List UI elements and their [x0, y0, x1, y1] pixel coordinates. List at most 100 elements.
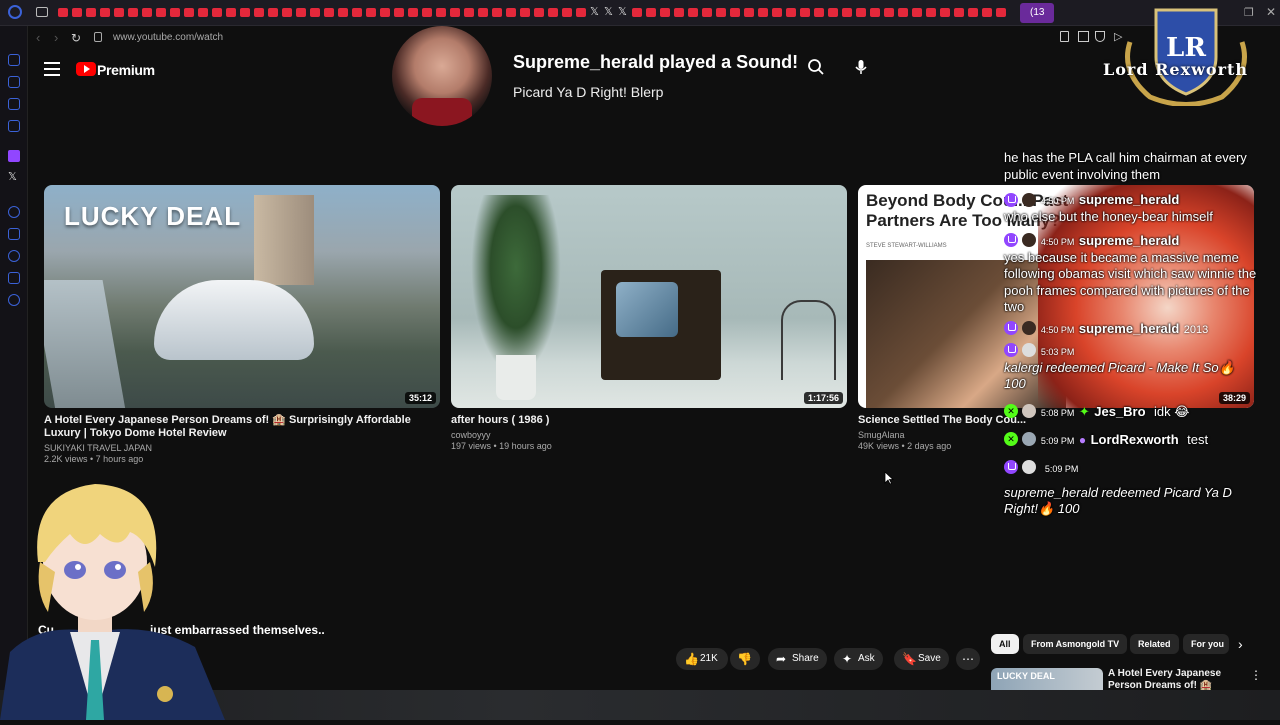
- tab-youtube-icon[interactable]: [506, 8, 516, 17]
- video-title[interactable]: after hours ( 1986 ): [451, 414, 847, 427]
- chip-from-channel[interactable]: From Asmongold TV: [1023, 634, 1128, 654]
- dislike-button[interactable]: 👎: [730, 648, 760, 670]
- sidebar-clock-icon[interactable]: [8, 250, 20, 262]
- tab-youtube-icon[interactable]: [730, 8, 740, 17]
- tab-youtube-icon[interactable]: [422, 8, 432, 17]
- like-button[interactable]: 👍 21K: [676, 648, 728, 670]
- tab-youtube-icon[interactable]: [254, 8, 264, 17]
- tab-youtube-icon[interactable]: [674, 8, 684, 17]
- tab-youtube-icon[interactable]: [338, 8, 348, 17]
- sidebar-mail-icon[interactable]: [8, 98, 20, 110]
- tab-x-icon[interactable]: 𝕏: [590, 5, 599, 18]
- tab-youtube-icon[interactable]: [786, 8, 796, 17]
- guide-menu-icon[interactable]: [44, 62, 60, 76]
- tab-youtube-icon[interactable]: [702, 8, 712, 17]
- tab-youtube-icon[interactable]: [940, 8, 950, 17]
- related-video-thumbnail[interactable]: LUCKY DEAL: [991, 668, 1103, 692]
- tab-x-icon[interactable]: 𝕏: [604, 5, 613, 18]
- tab-youtube-icon[interactable]: [114, 8, 124, 17]
- tab-youtube-icon[interactable]: [548, 8, 558, 17]
- tab-youtube-icon[interactable]: [884, 8, 894, 17]
- save-button[interactable]: 🔖 Save: [894, 648, 949, 670]
- tab-youtube-icon[interactable]: [912, 8, 922, 17]
- youtube-logo-icon[interactable]: [76, 62, 96, 76]
- tab-youtube-icon[interactable]: [534, 8, 544, 17]
- tab-youtube-icon[interactable]: [772, 8, 782, 17]
- more-actions-button[interactable]: ⋯: [956, 648, 980, 670]
- shield-icon[interactable]: [1095, 31, 1105, 42]
- tab-youtube-icon[interactable]: [296, 8, 306, 17]
- opera-logo-icon[interactable]: [8, 5, 22, 19]
- tab-youtube-icon[interactable]: [744, 8, 754, 17]
- tab-youtube-icon[interactable]: [856, 8, 866, 17]
- tab-youtube-icon[interactable]: [282, 8, 292, 17]
- tab-youtube-icon[interactable]: [212, 8, 222, 17]
- video-title[interactable]: A Hotel Every Japanese Person Dreams of!…: [44, 414, 440, 440]
- tab-youtube-icon[interactable]: [366, 8, 376, 17]
- tab-youtube-icon[interactable]: [170, 8, 180, 17]
- tab-active[interactable]: (13: [1020, 3, 1054, 23]
- sidebar-aria-icon[interactable]: [8, 54, 20, 66]
- tab-youtube-icon[interactable]: [394, 8, 404, 17]
- sidebar-player-icon[interactable]: [8, 228, 20, 240]
- tab-youtube-icon[interactable]: [324, 8, 334, 17]
- video-channel[interactable]: SUKIYAKI TRAVEL JAPAN: [44, 443, 440, 453]
- video-card[interactable]: LUCKY DEAL 35:12 A Hotel Every Japanese …: [44, 185, 440, 464]
- tab-youtube-icon[interactable]: [520, 8, 530, 17]
- tab-youtube-icon[interactable]: [562, 8, 572, 17]
- tab-youtube-icon[interactable]: [926, 8, 936, 17]
- sidebar-history-icon[interactable]: [8, 206, 20, 218]
- sidebar-bookmark-icon[interactable]: [8, 120, 20, 132]
- search-icon[interactable]: [805, 58, 827, 80]
- tab-youtube-icon[interactable]: [156, 8, 166, 17]
- tab-youtube-icon[interactable]: [814, 8, 824, 17]
- sidebar-x-icon[interactable]: 𝕏: [8, 170, 17, 183]
- tab-youtube-icon[interactable]: [800, 8, 810, 17]
- chip-related[interactable]: Related: [1130, 634, 1179, 654]
- snapshot-icon[interactable]: [1060, 31, 1069, 42]
- screen-capture-icon[interactable]: [1078, 31, 1089, 42]
- tab-youtube-icon[interactable]: [898, 8, 908, 17]
- tab-youtube-icon[interactable]: [240, 8, 250, 17]
- sidebar-messenger-icon[interactable]: [8, 76, 20, 88]
- sidebar-extensions-icon[interactable]: [8, 272, 20, 284]
- tab-menu-icon[interactable]: [36, 7, 48, 17]
- tab-youtube-icon[interactable]: [450, 8, 460, 17]
- tab-youtube-icon[interactable]: [492, 8, 502, 17]
- tab-youtube-icon[interactable]: [226, 8, 236, 17]
- tab-youtube-icon[interactable]: [688, 8, 698, 17]
- tab-youtube-icon[interactable]: [100, 8, 110, 17]
- tab-youtube-icon[interactable]: [86, 8, 96, 17]
- tab-youtube-icon[interactable]: [478, 8, 488, 17]
- tab-youtube-icon[interactable]: [842, 8, 852, 17]
- video-channel[interactable]: cowboyyy: [451, 430, 847, 440]
- tab-youtube-icon[interactable]: [464, 8, 474, 17]
- tab-youtube-icon[interactable]: [982, 8, 992, 17]
- tab-youtube-icon[interactable]: [58, 8, 68, 17]
- chip-all[interactable]: All: [991, 634, 1019, 654]
- address-bar-url[interactable]: www.youtube.com/watch: [113, 32, 223, 43]
- back-arrow-icon[interactable]: ‹: [36, 30, 40, 45]
- tab-youtube-icon[interactable]: [716, 8, 726, 17]
- tab-youtube-icon[interactable]: [576, 8, 586, 17]
- reload-icon[interactable]: ↻: [71, 31, 81, 45]
- tab-youtube-icon[interactable]: [646, 8, 656, 17]
- tab-youtube-icon[interactable]: [408, 8, 418, 17]
- window-close-icon[interactable]: ✕: [1266, 5, 1276, 19]
- tab-youtube-icon[interactable]: [184, 8, 194, 17]
- tab-youtube-icon[interactable]: [380, 8, 390, 17]
- tab-youtube-icon[interactable]: [128, 8, 138, 17]
- tab-youtube-icon[interactable]: [436, 8, 446, 17]
- tab-youtube-icon[interactable]: [758, 8, 768, 17]
- tab-youtube-icon[interactable]: [310, 8, 320, 17]
- tab-youtube-icon[interactable]: [996, 8, 1006, 17]
- tab-youtube-icon[interactable]: [72, 8, 82, 17]
- tab-youtube-icon[interactable]: [828, 8, 838, 17]
- tab-youtube-icon[interactable]: [352, 8, 362, 17]
- voice-search-icon[interactable]: [850, 58, 872, 80]
- related-video-title[interactable]: A Hotel Every Japanese Person Dreams of!…: [1108, 668, 1248, 690]
- more-vertical-icon[interactable]: ⋮: [1250, 668, 1262, 682]
- tab-youtube-icon[interactable]: [198, 8, 208, 17]
- tab-youtube-icon[interactable]: [968, 8, 978, 17]
- video-thumbnail[interactable]: LUCKY DEAL 35:12: [44, 185, 440, 408]
